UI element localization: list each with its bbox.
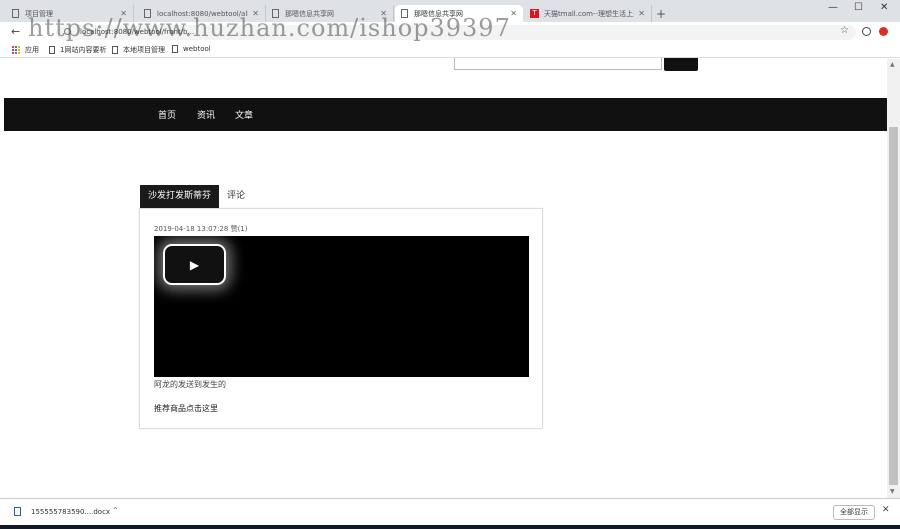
document-icon [12, 9, 19, 18]
os-taskbar [0, 525, 900, 529]
bookmark-item[interactable]: webtool [172, 45, 211, 53]
maximize-icon[interactable]: ☐ [854, 2, 863, 13]
close-download-bar-icon[interactable]: ✕ [882, 505, 890, 515]
scrollbar-thumb[interactable] [889, 127, 898, 485]
scroll-down-icon[interactable]: ▼ [890, 488, 895, 495]
bookmark-star-icon[interactable]: ☆ [840, 25, 849, 36]
document-icon [172, 45, 178, 53]
bookmark-label: 应用 [25, 46, 39, 54]
tmall-icon: T [530, 9, 539, 18]
extension-icon[interactable] [879, 27, 888, 36]
bookmarks-bar: 应用 1网站内容要析 本地项目管理 webtool [0, 42, 900, 58]
download-filename[interactable]: 155555783590....docx [31, 508, 110, 516]
download-bar: 155555783590....docx ⌃ 全部显示 ✕ [0, 498, 900, 525]
document-icon [49, 46, 55, 54]
bookmark-apps[interactable]: 应用 [12, 45, 39, 55]
browser-tab-5[interactable]: T 天猫tmall.com--理想生活上天猫 ✕ [524, 5, 652, 22]
tab-title: 天猫tmall.com--理想生活上天猫 [544, 9, 634, 18]
close-tab-icon[interactable]: ✕ [510, 9, 517, 18]
apps-grid-icon [12, 46, 20, 54]
tab-comments[interactable]: 评论 [219, 185, 253, 208]
bookmark-label: webtool [183, 45, 211, 53]
back-arrow-icon[interactable]: ← [11, 25, 20, 38]
window-close-icon[interactable]: ✕ [880, 2, 888, 13]
play-icon: ▶ [189, 257, 200, 272]
bookmark-label: 本地项目管理 [123, 46, 165, 54]
close-tab-icon[interactable]: ✕ [638, 9, 645, 18]
bookmark-label: 1网站内容要析 [60, 46, 107, 54]
nav-item-news[interactable]: 资讯 [197, 108, 215, 121]
bookmark-item[interactable]: 本地项目管理 [112, 45, 165, 55]
new-tab-button[interactable]: + [656, 7, 666, 21]
search-button[interactable] [664, 58, 698, 71]
article-panel: 2019-04-18 13:07:28 赞(1) ▶ 阿龙的发送到发生的 推荐商… [139, 208, 543, 429]
nav-item-articles[interactable]: 文章 [235, 108, 253, 121]
search-input[interactable] [454, 58, 662, 70]
article-tabs: 沙发打发斯蒂芬 评论 [140, 185, 253, 208]
tab-article[interactable]: 沙发打发斯蒂芬 [140, 185, 220, 208]
document-icon [112, 46, 118, 54]
article-meta: 2019-04-18 13:07:28 赞(1) [154, 225, 248, 233]
video-player[interactable]: ▶ [154, 236, 529, 377]
chevron-up-icon[interactable]: ⌃ [112, 506, 119, 515]
nav-item-home[interactable]: 首页 [158, 108, 176, 121]
bookmark-item[interactable]: 1网站内容要析 [49, 45, 106, 55]
word-document-icon [14, 507, 21, 516]
site-navbar: 首页 资讯 文章 [4, 98, 887, 131]
play-button[interactable]: ▶ [163, 244, 226, 285]
profile-icon[interactable] [862, 27, 871, 36]
scroll-up-icon[interactable]: ▲ [890, 61, 895, 68]
page-scrollbar[interactable]: ▲ ▼ [887, 59, 900, 498]
show-all-button[interactable]: 全部显示 [833, 505, 875, 520]
watermark-text: https://www.huzhan.com/ishop39397 [28, 14, 511, 42]
recommend-link[interactable]: 推荐商品点击这里 [154, 403, 218, 414]
article-description: 阿龙的发送到发生的 [154, 380, 226, 389]
minimize-icon[interactable]: — [828, 2, 838, 13]
